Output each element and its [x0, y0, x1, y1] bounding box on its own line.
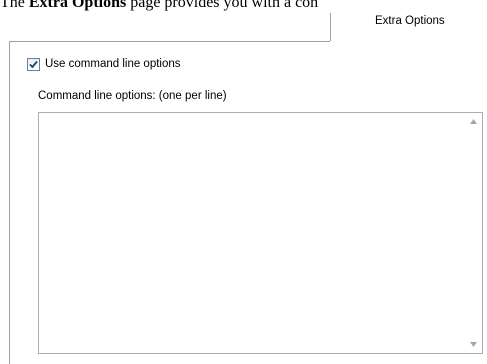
- use-command-line-option-row[interactable]: Use command line options: [27, 57, 181, 71]
- doc-text-prefix: The: [0, 0, 29, 11]
- check-icon: [29, 60, 38, 68]
- use-command-line-checkbox[interactable]: [27, 57, 40, 71]
- command-line-options-label: Command line options: (one per line): [38, 90, 227, 102]
- tab-panel-join: [330, 41, 487, 42]
- document-text-line: The Extra Options page provides you with…: [0, 0, 487, 13]
- page: The Extra Options page provides you with…: [0, 0, 487, 364]
- command-line-options-textarea[interactable]: [38, 112, 483, 354]
- scroll-up-button[interactable]: [465, 113, 482, 130]
- use-command-line-label[interactable]: Use command line options: [45, 58, 181, 70]
- scroll-down-arrow-icon: [470, 342, 477, 347]
- scroll-down-button[interactable]: [465, 336, 482, 353]
- doc-text-suffix: page provides you with a con: [126, 0, 319, 11]
- scroll-up-arrow-icon: [470, 119, 477, 124]
- tab-extra-options[interactable]: Extra Options: [330, 13, 487, 41]
- tab-extra-options-label: Extra Options: [375, 15, 445, 27]
- vertical-scrollbar[interactable]: [465, 113, 482, 353]
- doc-text-bold: Extra Options: [28, 0, 127, 11]
